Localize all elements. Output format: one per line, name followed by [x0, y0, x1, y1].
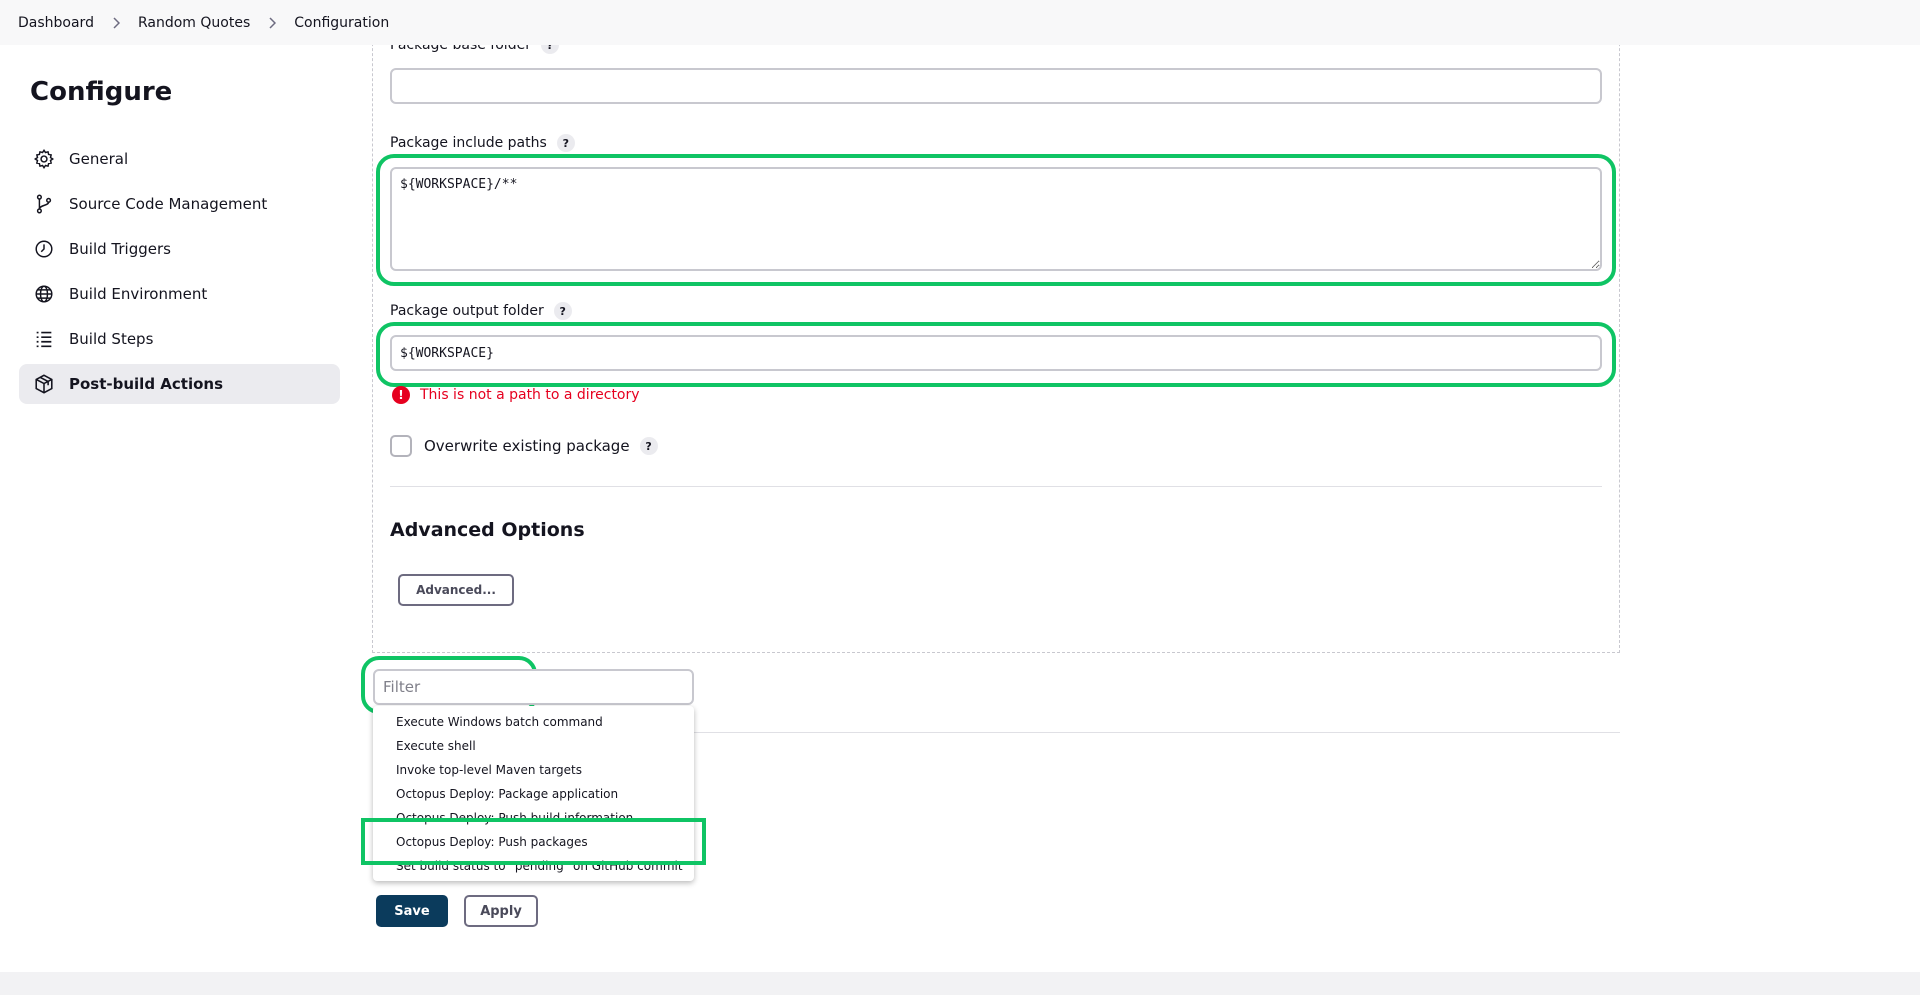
dropdown-item-octopus-package[interactable]: Octopus Deploy: Package application	[373, 782, 694, 806]
footer	[0, 972, 1920, 995]
filter-input[interactable]	[373, 669, 694, 705]
include-paths-label: Package include paths ?	[390, 134, 575, 152]
breadcrumb: Dashboard Random Quotes Configuration	[0, 0, 1920, 45]
sidebar-item-post-build-actions[interactable]: Post-build Actions	[19, 364, 340, 404]
sidebar-item-source-code-management[interactable]: Source Code Management	[19, 184, 340, 224]
apply-button[interactable]: Apply	[464, 895, 538, 927]
advanced-options-heading: Advanced Options	[390, 519, 585, 541]
sidebar-item-general[interactable]: General	[19, 139, 340, 179]
breadcrumb-dashboard[interactable]: Dashboard	[18, 15, 94, 31]
sidebar-item-label: Source Code Management	[69, 195, 268, 213]
dropdown-item-windows-batch[interactable]: Execute Windows batch command	[373, 710, 694, 734]
globe-icon	[33, 283, 55, 305]
output-folder-input[interactable]	[390, 335, 1602, 371]
overwrite-option: Overwrite existing package ?	[390, 435, 658, 457]
chevron-right-icon	[268, 16, 277, 29]
dropdown-item-octopus-push-packages[interactable]: Octopus Deploy: Push packages	[373, 830, 694, 854]
dropdown-item-maven-targets[interactable]: Invoke top-level Maven targets	[373, 758, 694, 782]
help-icon[interactable]: ?	[639, 437, 658, 455]
overwrite-label[interactable]: Overwrite existing package	[424, 437, 630, 455]
include-paths-textarea[interactable]: ${WORKSPACE}/**	[390, 167, 1602, 271]
sidebar-item-label: Build Steps	[69, 330, 154, 348]
include-paths-label-text: Package include paths	[390, 135, 547, 151]
output-folder-label: Package output folder ?	[390, 302, 572, 320]
advanced-button[interactable]: Advanced...	[398, 574, 514, 606]
divider	[390, 486, 1602, 487]
dropdown-item-execute-shell[interactable]: Execute shell	[373, 734, 694, 758]
breadcrumb-random-quotes[interactable]: Random Quotes	[138, 15, 250, 31]
breadcrumb-configuration[interactable]: Configuration	[294, 15, 389, 31]
page-title: Configure	[30, 77, 173, 107]
sidebar-nav: General Source Code Management Build Tri…	[19, 139, 340, 409]
validation-error: ! This is not a path to a directory	[392, 386, 640, 404]
sidebar-item-build-triggers[interactable]: Build Triggers	[19, 229, 340, 269]
sidebar-item-label: Build Environment	[69, 285, 208, 303]
output-folder-label-text: Package output folder	[390, 303, 544, 319]
save-button[interactable]: Save	[376, 895, 448, 927]
dropdown-item-github-status[interactable]: Set build status to "pending" on GitHub …	[373, 854, 694, 878]
help-icon[interactable]: ?	[553, 302, 572, 320]
error-message: This is not a path to a directory	[420, 387, 640, 403]
sidebar-item-build-steps[interactable]: Build Steps	[19, 319, 340, 359]
help-icon[interactable]: ?	[556, 134, 575, 152]
add-step-dropdown: Execute Windows batch command Execute sh…	[373, 706, 694, 881]
branch-icon	[33, 193, 55, 215]
clock-icon	[33, 238, 55, 260]
sidebar-item-label: General	[69, 150, 129, 168]
chevron-right-icon	[112, 16, 120, 29]
sidebar-item-build-environment[interactable]: Build Environment	[19, 274, 340, 314]
divider	[694, 732, 1620, 733]
dropdown-item-octopus-build-info[interactable]: Octopus Deploy: Push build information	[373, 806, 694, 830]
gear-icon	[33, 148, 55, 170]
error-icon: !	[392, 386, 410, 404]
list-icon	[33, 328, 55, 350]
overwrite-checkbox[interactable]	[390, 435, 412, 457]
package-icon	[33, 373, 55, 395]
base-folder-input[interactable]	[390, 68, 1602, 104]
sidebar-item-label: Build Triggers	[69, 240, 171, 258]
sidebar-item-label: Post-build Actions	[69, 375, 224, 393]
